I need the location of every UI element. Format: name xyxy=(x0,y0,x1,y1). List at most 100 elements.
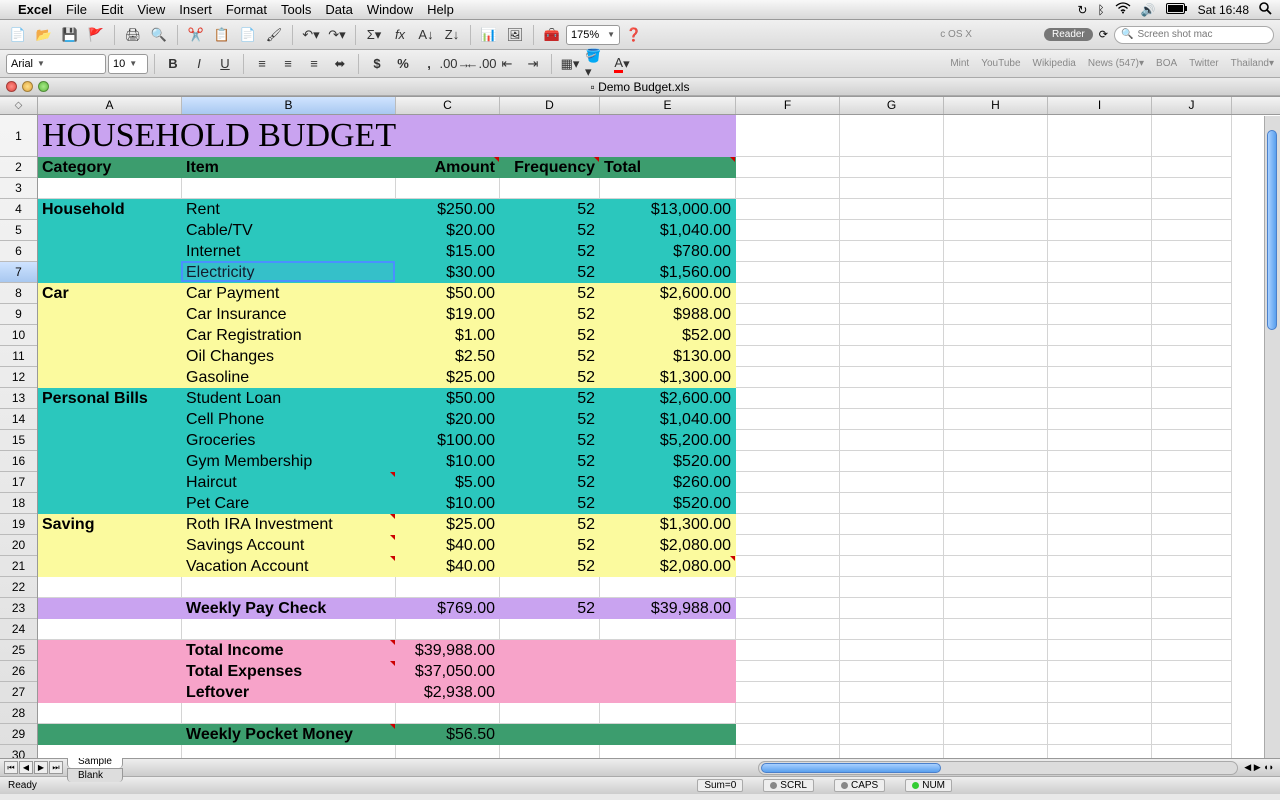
col-header-G[interactable]: G xyxy=(840,97,944,114)
cell-D29[interactable] xyxy=(500,724,600,745)
cell-F27[interactable] xyxy=(736,682,840,703)
cell-H10[interactable] xyxy=(944,325,1048,346)
merge-cells-icon[interactable]: ⬌ xyxy=(328,53,352,75)
tab-next-icon[interactable]: ▶ xyxy=(34,761,48,774)
cell-D10[interactable]: 52 xyxy=(500,325,600,346)
cell-G5[interactable] xyxy=(840,220,944,241)
save-icon[interactable]: 💾 xyxy=(58,24,82,46)
cell-H15[interactable] xyxy=(944,430,1048,451)
cell-I23[interactable] xyxy=(1048,598,1152,619)
row-header[interactable]: 20 xyxy=(0,535,37,556)
cell-C28[interactable] xyxy=(396,703,500,724)
cell-E3[interactable] xyxy=(600,178,736,199)
flag-icon[interactable]: 🚩 xyxy=(84,24,108,46)
cell-E18[interactable]: $520.00 xyxy=(600,493,736,514)
cell-H30[interactable] xyxy=(944,745,1048,758)
chart-icon[interactable]: 📊 xyxy=(477,24,501,46)
menu-window[interactable]: Window xyxy=(367,2,413,17)
col-header-F[interactable]: F xyxy=(736,97,840,114)
gallery-icon[interactable]: 🖼 xyxy=(503,24,527,46)
cell-A24[interactable] xyxy=(38,619,182,640)
bookmark-link[interactable]: YouTube xyxy=(981,58,1020,69)
cell-E4[interactable]: $13,000.00 xyxy=(600,199,736,220)
cell-H2[interactable] xyxy=(944,157,1048,178)
cell-E26[interactable] xyxy=(600,661,736,682)
cell-B10[interactable]: Car Registration xyxy=(182,325,396,346)
cell-F4[interactable] xyxy=(736,199,840,220)
cell-J13[interactable] xyxy=(1152,388,1232,409)
cell-I9[interactable] xyxy=(1048,304,1152,325)
autosum-icon[interactable]: Σ▾ xyxy=(362,24,386,46)
cell-C2[interactable]: Amount xyxy=(396,157,500,178)
row-header[interactable]: 16 xyxy=(0,451,37,472)
cell-A14[interactable] xyxy=(38,409,182,430)
row-header[interactable]: 7 xyxy=(0,262,37,283)
row-header[interactable]: 11 xyxy=(0,346,37,367)
cell-H23[interactable] xyxy=(944,598,1048,619)
cell-J19[interactable] xyxy=(1152,514,1232,535)
cell-B15[interactable]: Groceries xyxy=(182,430,396,451)
open-icon[interactable]: 📂 xyxy=(32,24,56,46)
cell-I22[interactable] xyxy=(1048,577,1152,598)
cell-C7[interactable]: $30.00 xyxy=(396,262,500,283)
underline-icon[interactable]: U xyxy=(213,53,237,75)
cell-A15[interactable] xyxy=(38,430,182,451)
cell-D2[interactable]: Frequency xyxy=(500,157,600,178)
cell-I17[interactable] xyxy=(1048,472,1152,493)
cell-I11[interactable] xyxy=(1048,346,1152,367)
cell-J27[interactable] xyxy=(1152,682,1232,703)
cell-B30[interactable] xyxy=(182,745,396,758)
cell-J21[interactable] xyxy=(1152,556,1232,577)
cell-J11[interactable] xyxy=(1152,346,1232,367)
cell-C5[interactable]: $20.00 xyxy=(396,220,500,241)
cell-D27[interactable] xyxy=(500,682,600,703)
cell-G16[interactable] xyxy=(840,451,944,472)
cell-D14[interactable]: 52 xyxy=(500,409,600,430)
cell-B11[interactable]: Oil Changes xyxy=(182,346,396,367)
cell-A16[interactable] xyxy=(38,451,182,472)
cell-F2[interactable] xyxy=(736,157,840,178)
cell-F7[interactable] xyxy=(736,262,840,283)
cell-D6[interactable]: 52 xyxy=(500,241,600,262)
zoom-combo[interactable]: 175%▼ xyxy=(566,25,620,45)
cell-E17[interactable]: $260.00 xyxy=(600,472,736,493)
cell-D30[interactable] xyxy=(500,745,600,758)
cell-G25[interactable] xyxy=(840,640,944,661)
row-header[interactable]: 6 xyxy=(0,241,37,262)
row-header[interactable]: 9 xyxy=(0,304,37,325)
cell-I18[interactable] xyxy=(1048,493,1152,514)
cell-C20[interactable]: $40.00 xyxy=(396,535,500,556)
row-header[interactable]: 19 xyxy=(0,514,37,535)
cell-C8[interactable]: $50.00 xyxy=(396,283,500,304)
new-icon[interactable]: 📄 xyxy=(6,24,30,46)
cell-J6[interactable] xyxy=(1152,241,1232,262)
cell-B8[interactable]: Car Payment xyxy=(182,283,396,304)
cell-B24[interactable] xyxy=(182,619,396,640)
menu-format[interactable]: Format xyxy=(226,2,267,17)
cell-D21[interactable]: 52 xyxy=(500,556,600,577)
cell-G29[interactable] xyxy=(840,724,944,745)
cell-H25[interactable] xyxy=(944,640,1048,661)
cell-I10[interactable] xyxy=(1048,325,1152,346)
cell-H26[interactable] xyxy=(944,661,1048,682)
cell-A27[interactable] xyxy=(38,682,182,703)
cell-C14[interactable]: $20.00 xyxy=(396,409,500,430)
cell-C15[interactable]: $100.00 xyxy=(396,430,500,451)
increase-decimal-icon[interactable]: .00→ xyxy=(443,53,467,75)
cell-D13[interactable]: 52 xyxy=(500,388,600,409)
cell-G14[interactable] xyxy=(840,409,944,430)
horizontal-scrollbar[interactable] xyxy=(758,761,1238,775)
cell-H5[interactable] xyxy=(944,220,1048,241)
cell-J9[interactable] xyxy=(1152,304,1232,325)
cell-C10[interactable]: $1.00 xyxy=(396,325,500,346)
cell-I25[interactable] xyxy=(1048,640,1152,661)
row-header[interactable]: 17 xyxy=(0,472,37,493)
cell-F3[interactable] xyxy=(736,178,840,199)
cell-I5[interactable] xyxy=(1048,220,1152,241)
cell-J20[interactable] xyxy=(1152,535,1232,556)
cell-J17[interactable] xyxy=(1152,472,1232,493)
sort-asc-icon[interactable]: A↓ xyxy=(414,24,438,46)
cell-D24[interactable] xyxy=(500,619,600,640)
menu-help[interactable]: Help xyxy=(427,2,454,17)
cell-I28[interactable] xyxy=(1048,703,1152,724)
